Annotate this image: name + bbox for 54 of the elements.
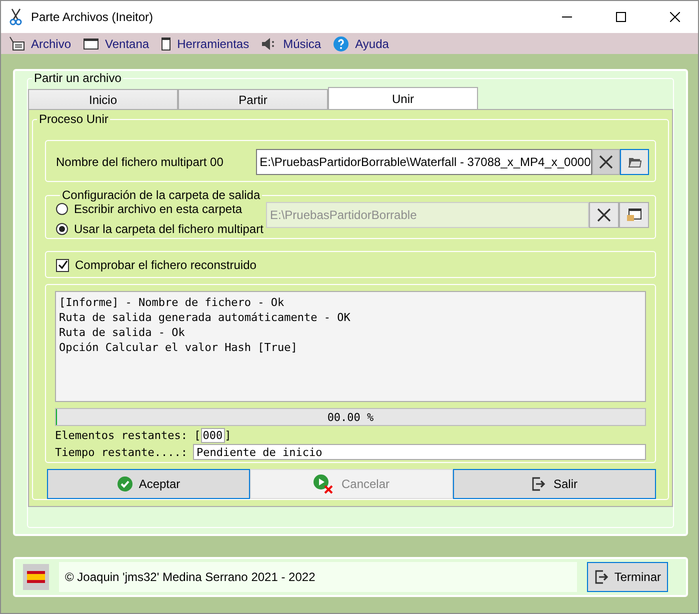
action-button[interactable]: Salir: [453, 469, 656, 499]
menu-item[interactable]: Archivo: [31, 36, 72, 50]
choose-folder-button[interactable]: [619, 202, 649, 228]
folder-icon: [628, 156, 642, 168]
menu-item[interactable]: Ayuda: [355, 36, 389, 50]
menu-item[interactable]: Música: [283, 36, 322, 50]
tab[interactable]: Partir: [178, 89, 328, 109]
spain-flag-icon: [23, 564, 49, 590]
group-title: Proceso Unir: [38, 112, 110, 126]
exit-icon: [531, 476, 548, 492]
document-list-icon: [9, 36, 25, 52]
radio-button[interactable]: [56, 203, 68, 215]
close-icon: [599, 155, 614, 169]
phone-icon: [161, 36, 172, 50]
bracket: ]: [224, 429, 232, 442]
action-button[interactable]: Aceptar: [47, 469, 250, 499]
open-folder-button[interactable]: [620, 149, 649, 175]
menu-item[interactable]: Ventana: [105, 36, 150, 50]
log-line: Opción Calcular el valor Hash [True]: [59, 340, 298, 355]
menu-item[interactable]: Herramientas: [177, 36, 250, 50]
close-icon: [597, 208, 611, 222]
remaining-items-label: Elementos restantes: [: [55, 429, 201, 442]
remaining-time-label: Tiempo restante....:: [55, 446, 188, 458]
clear-button[interactable]: [589, 202, 619, 228]
input-field[interactable]: E:\PruebasPartidorBorrable\Waterfall - 37088_x_MP4_x_0000: [256, 149, 592, 175]
window-icon: [83, 36, 100, 50]
clear-button[interactable]: [592, 149, 620, 175]
scissors-icon: [9, 8, 23, 26]
terminate-button[interactable]: Terminar: [587, 562, 668, 592]
progress-reading: 00.00 %: [327, 410, 374, 424]
checkbox[interactable]: [56, 258, 69, 272]
copyright-text: © Joaquin 'jms32' Medina Serrano 2021 - 2022: [65, 570, 316, 584]
check-circle-icon: [116, 476, 133, 492]
close-icon: [670, 12, 680, 22]
play-cancel-icon: [313, 474, 336, 494]
exit-icon: [594, 569, 610, 585]
tab[interactable]: Inicio: [28, 89, 178, 109]
radio-label: Usar la carpeta del fichero multipart: [74, 222, 264, 236]
remaining-time-field: Pendiente de inicio: [193, 444, 646, 460]
remaining-items-value: 000: [200, 428, 225, 443]
maximize-icon: [616, 12, 626, 22]
log-line: Ruta de salida - Ok: [59, 325, 186, 340]
tab[interactable]: Unir: [328, 87, 478, 109]
log-line: [Informe] - Nombre de fichero - Ok: [59, 295, 286, 310]
window-title: Parte Archivos (Ineitor): [31, 10, 154, 24]
folder-window-icon: [626, 208, 642, 222]
group-title: Configuración de la carpeta de salida: [61, 188, 262, 202]
radio-button[interactable]: [56, 223, 68, 235]
checkbox-label: Comprobar el fichero reconstruido: [75, 258, 256, 272]
field-label: Nombre del fichero multipart 00: [56, 155, 224, 169]
log-line: Ruta de salida generada automáticamente - OK: [59, 310, 352, 325]
help-icon: [333, 36, 350, 52]
group-title: Partir un archivo: [33, 71, 122, 85]
radio-label: Escribir archivo en esta carpeta: [74, 202, 242, 216]
